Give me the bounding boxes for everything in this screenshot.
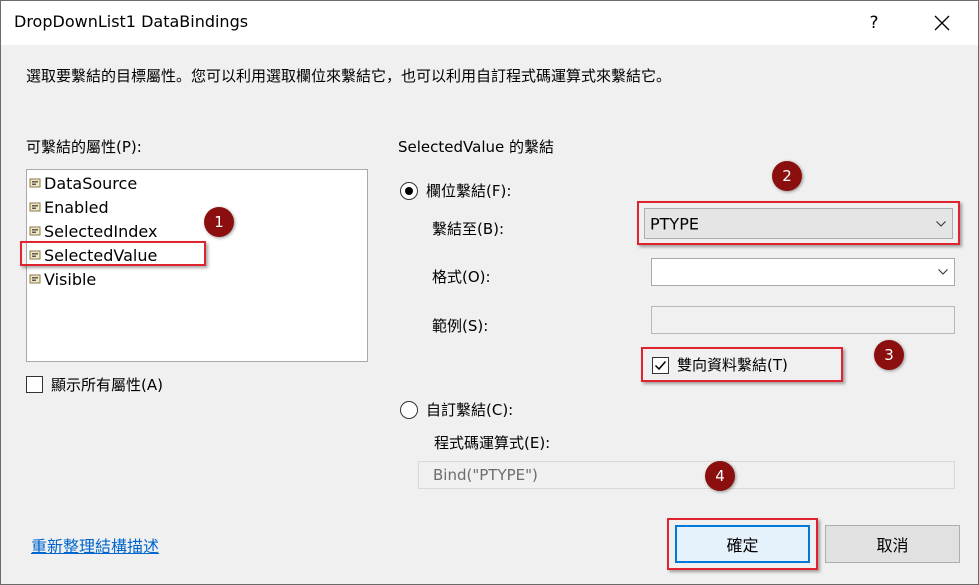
window-title: DropDownList1 DataBindings: [14, 12, 249, 31]
annotation-highlight-selectedvalue: [20, 241, 206, 266]
chevron-down-icon: [938, 269, 948, 275]
list-item[interactable]: Visible: [29, 268, 96, 290]
sample-label: 範例(S):: [432, 317, 489, 335]
annotation-highlight-bind-to: [637, 201, 960, 245]
binding-header: SelectedValue 的繫結: [398, 138, 554, 156]
property-icon: [29, 226, 41, 236]
property-icon: [29, 274, 41, 284]
show-all-properties-label: 顯示所有屬性(A): [51, 376, 163, 394]
list-item-label: SelectedIndex: [44, 221, 158, 241]
list-item[interactable]: DataSource: [29, 172, 137, 194]
field-binding-radio[interactable]: [400, 182, 418, 200]
annotation-badge-4: 4: [705, 461, 735, 491]
instructions-text: 選取要繫結的目標屬性。您可以利用選取欄位來繫結它，也可以利用自訂程式碼運算式來繫…: [26, 67, 672, 85]
custom-binding-radio[interactable]: [400, 401, 418, 419]
help-button[interactable]: ?: [858, 7, 890, 39]
custom-binding-label: 自訂繫結(C):: [426, 401, 514, 419]
field-binding-label: 欄位繫結(F):: [426, 182, 512, 200]
list-item[interactable]: SelectedIndex: [29, 220, 157, 242]
annotation-badge-2: 2: [772, 161, 802, 191]
annotation-highlight-ok: [667, 518, 818, 570]
format-dropdown[interactable]: [651, 258, 955, 286]
property-icon: [29, 202, 41, 212]
annotation-highlight-two-way: [641, 347, 843, 382]
expression-value: Bind("PTYPE"): [433, 466, 538, 484]
property-icon: [29, 178, 41, 188]
bind-to-label: 繫結至(B):: [432, 220, 505, 238]
format-label: 格式(O):: [432, 268, 491, 286]
annotation-badge-1: 1: [204, 207, 234, 237]
list-item-label: DataSource: [44, 173, 138, 193]
sample-field: [651, 306, 955, 334]
close-icon: [934, 15, 950, 31]
expression-label: 程式碼運算式(E):: [434, 434, 551, 452]
title-bar: DropDownList1 DataBindings ?: [1, 1, 978, 45]
annotation-badge-3: 3: [874, 340, 904, 370]
list-item-label: Visible: [44, 269, 97, 289]
list-item-label: Enabled: [44, 197, 109, 217]
databindings-dialog: DropDownList1 DataBindings ? 選取要繫結的目標屬性。…: [0, 0, 979, 585]
cancel-button[interactable]: 取消: [825, 525, 960, 563]
expression-input[interactable]: Bind("PTYPE"): [418, 461, 955, 489]
refresh-schema-link[interactable]: 重新整理結構描述: [31, 533, 159, 557]
show-all-properties-checkbox[interactable]: [26, 376, 43, 393]
properties-label: 可繫結的屬性(P):: [26, 138, 142, 156]
list-item[interactable]: Enabled: [29, 196, 109, 218]
close-button[interactable]: [922, 7, 962, 39]
